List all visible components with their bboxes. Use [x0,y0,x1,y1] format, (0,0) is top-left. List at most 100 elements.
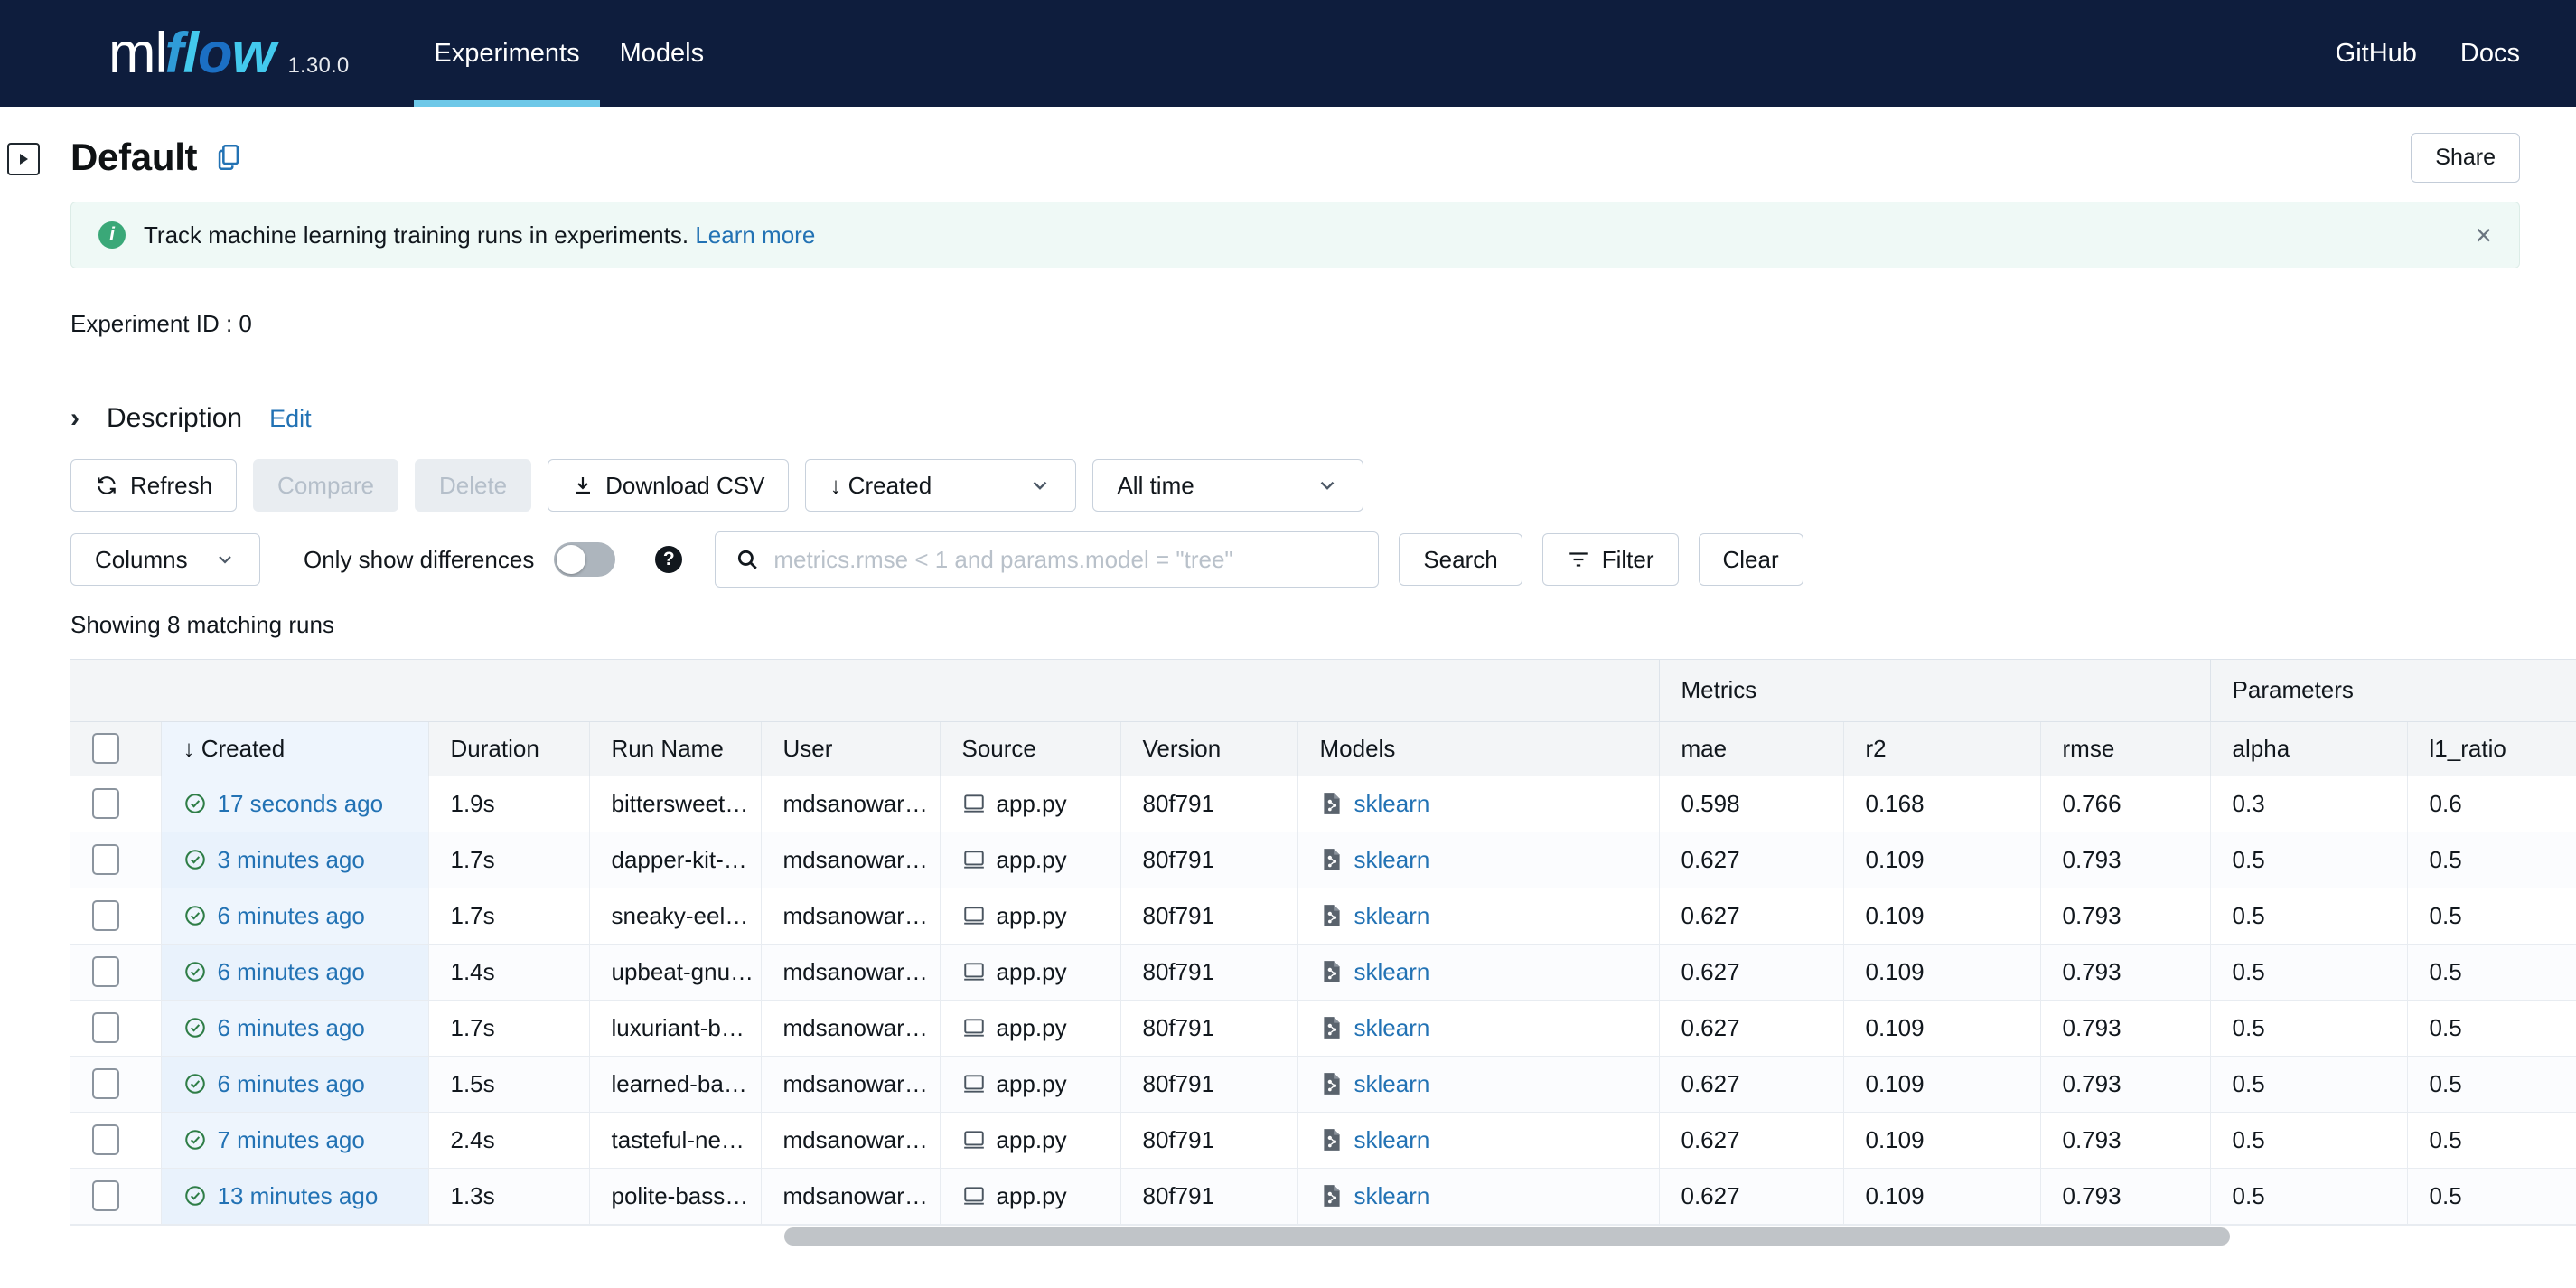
question-mark-icon[interactable]: ? [655,546,683,573]
table-row[interactable]: 6 minutes ago 1.4s upbeat-gnu… mdsanowar… ap… [70,944,2576,1001]
only-show-differences-toggle[interactable] [554,542,616,577]
cell-models[interactable]: sklearn [1297,1112,1659,1169]
table-row[interactable]: 3 minutes ago 1.7s dapper-kit-… mdsanowar… a… [70,832,2576,888]
column-header-duration[interactable]: Duration [427,721,589,776]
column-header-source[interactable]: Source [939,721,1120,776]
cell-source[interactable]: app.py [939,888,1120,945]
cell-source[interactable]: app.py [939,832,1120,888]
run-created-link[interactable]: 7 minutes ago [218,1126,365,1154]
model-link[interactable]: sklearn [1354,1182,1430,1210]
model-link[interactable]: sklearn [1354,1126,1430,1154]
cell-created[interactable]: 6 minutes ago [160,1056,428,1113]
table-row[interactable]: 17 seconds ago 1.9s bittersweet… mdsanowar…… [70,776,2576,832]
row-checkbox[interactable] [92,1012,119,1043]
row-checkbox[interactable] [92,844,119,875]
nav-link-github[interactable]: GitHub [2336,0,2417,107]
cell-created[interactable]: 3 minutes ago [160,832,428,888]
run-created-link[interactable]: 3 minutes ago [218,846,365,874]
column-header-l1-ratio[interactable]: l1_ratio [2406,721,2576,776]
cell-models[interactable]: sklearn [1297,888,1659,945]
column-header-rmse[interactable]: rmse [2039,721,2211,776]
run-created-link[interactable]: 6 minutes ago [218,902,365,930]
table-row[interactable]: 6 minutes ago 1.7s luxuriant-b… mdsanowar… a… [70,1000,2576,1057]
row-checkbox[interactable] [92,1068,119,1099]
model-link[interactable]: sklearn [1354,846,1430,874]
horizontal-scrollbar-thumb[interactable] [784,1227,2230,1246]
cell-models[interactable]: sklearn [1297,1056,1659,1113]
cell-source[interactable]: app.py [939,1056,1120,1113]
cell-version[interactable]: 80f791 [1119,1000,1297,1057]
run-created-link[interactable]: 13 minutes ago [218,1182,379,1210]
cell-version[interactable]: 80f791 [1119,1168,1297,1225]
nav-tab-experiments[interactable]: Experiments [414,0,600,107]
cell-run-name[interactable]: learned-ba… [588,1056,761,1113]
delete-button[interactable]: Delete [414,459,532,512]
description-edit-link[interactable]: Edit [269,405,312,433]
run-created-link[interactable]: 6 minutes ago [218,958,365,986]
cell-models[interactable]: sklearn [1297,944,1659,1001]
cell-created[interactable]: 6 minutes ago [160,888,428,945]
run-created-link[interactable]: 6 minutes ago [218,1014,365,1042]
close-icon[interactable]: × [2475,221,2492,249]
column-header-version[interactable]: Version [1119,721,1297,776]
cell-run-name[interactable]: tasteful-ne… [588,1112,761,1169]
cell-version[interactable]: 80f791 [1119,1056,1297,1113]
cell-models[interactable]: sklearn [1297,1168,1659,1225]
sidebar-expand-toggle[interactable] [7,143,40,175]
table-row[interactable]: 6 minutes ago 1.7s sneaky-eel… mdsanowar… ap… [70,888,2576,945]
column-header-alpha[interactable]: alpha [2209,721,2408,776]
cell-run-name[interactable]: dapper-kit-… [588,832,761,888]
sort-dropdown[interactable]: ↓ Created [805,459,1077,512]
row-checkbox[interactable] [92,900,119,931]
cell-created[interactable]: 6 minutes ago [160,944,428,1001]
column-header-user[interactable]: User [760,721,940,776]
columns-dropdown[interactable]: Columns [70,533,260,586]
cell-run-name[interactable]: bittersweet… [588,776,761,832]
search-input-wrapper[interactable] [715,531,1380,588]
model-link[interactable]: sklearn [1354,902,1430,930]
cell-run-name[interactable]: sneaky-eel… [588,888,761,945]
cell-created[interactable]: 13 minutes ago [160,1168,428,1225]
cell-version[interactable]: 80f791 [1119,888,1297,945]
cell-run-name[interactable]: upbeat-gnu… [588,944,761,1001]
cell-source[interactable]: app.py [939,944,1120,1001]
column-header-r2[interactable]: r2 [1842,721,2040,776]
select-all-checkbox[interactable] [92,733,119,764]
cell-source[interactable]: app.py [939,1168,1120,1225]
column-header-mae[interactable]: mae [1658,721,1843,776]
copy-icon[interactable] [213,142,244,173]
learn-more-link[interactable]: Learn more [695,221,815,249]
cell-models[interactable]: sklearn [1297,776,1659,832]
run-created-link[interactable]: 6 minutes ago [218,1070,365,1098]
cell-created[interactable]: 17 seconds ago [160,776,428,832]
cell-version[interactable]: 80f791 [1119,1112,1297,1169]
table-row[interactable]: 6 minutes ago 1.5s learned-ba… mdsanowar… ap… [70,1056,2576,1113]
share-button[interactable]: Share [2411,132,2520,183]
row-checkbox[interactable] [92,1124,119,1155]
cell-created[interactable]: 6 minutes ago [160,1000,428,1057]
nav-tab-models[interactable]: Models [600,0,725,107]
model-link[interactable]: sklearn [1354,790,1430,818]
cell-source[interactable]: app.py [939,1000,1120,1057]
table-row[interactable]: 13 minutes ago 1.3s polite-bass… mdsanowar…… [70,1168,2576,1225]
model-link[interactable]: sklearn [1354,1070,1430,1098]
cell-version[interactable]: 80f791 [1119,832,1297,888]
row-checkbox[interactable] [92,788,119,819]
cell-created[interactable]: 7 minutes ago [160,1112,428,1169]
horizontal-scrollbar[interactable] [70,1224,2576,1248]
table-row[interactable]: 7 minutes ago 2.4s tasteful-ne… mdsanowar… a… [70,1112,2576,1169]
column-header-models[interactable]: Models [1297,721,1659,776]
search-input[interactable] [773,545,1359,574]
run-created-link[interactable]: 17 seconds ago [218,790,384,818]
clear-button[interactable]: Clear [1698,533,1803,586]
time-range-dropdown[interactable]: All time [1092,459,1364,512]
row-checkbox[interactable] [92,956,119,987]
model-link[interactable]: sklearn [1354,1014,1430,1042]
nav-link-docs[interactable]: Docs [2460,0,2520,107]
cell-models[interactable]: sklearn [1297,832,1659,888]
cell-version[interactable]: 80f791 [1119,944,1297,1001]
download-csv-button[interactable]: Download CSV [548,459,790,512]
chevron-right-icon[interactable]: › [70,403,80,434]
search-button[interactable]: Search [1399,533,1522,586]
column-header-run-name[interactable]: Run Name [588,721,761,776]
